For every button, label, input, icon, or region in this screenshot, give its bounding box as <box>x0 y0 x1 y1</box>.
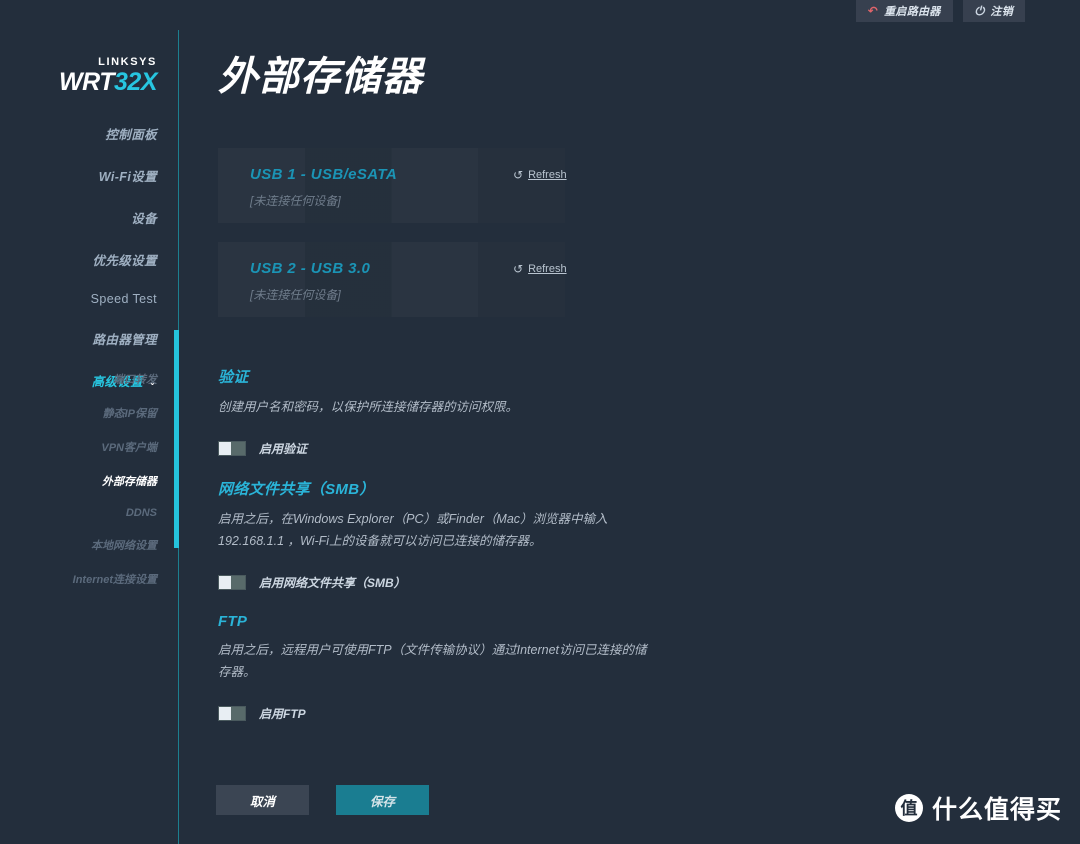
enable-ftp-row: 启用FTP <box>218 705 648 722</box>
sidebar: LINKSYS WRT32X 控制面板 Wi-Fi设置 设备 优先级设置 Spe… <box>0 0 179 844</box>
ftp-description: 启用之后，远程用户可使用FTP（文件传输协议）通过Internet访问已连接的储… <box>218 643 647 679</box>
enable-smb-label: 启用网络文件共享（SMB） <box>259 576 406 590</box>
smb-heading: 网络文件共享（SMB） <box>218 481 375 498</box>
sidebar-item-internet-connection-settings[interactable]: Internet连接设置 <box>0 562 157 596</box>
authentication-heading: 验证 <box>218 369 249 386</box>
authentication-description: 创建用户名和密码，以保护所连接储存器的访问权限。 <box>218 400 519 414</box>
brand-model-number: 32X <box>114 68 157 96</box>
toggle-knob <box>219 576 231 589</box>
usb-port-1-refresh-label: Refresh <box>528 169 567 181</box>
usb-port-2-title: USB 2 - USB 3.0 <box>250 260 371 277</box>
authentication-section: 验证 创建用户名和密码，以保护所连接储存器的访问权限。 启用验证 <box>218 366 518 457</box>
sidebar-item-speed-test[interactable]: Speed Test <box>0 280 157 317</box>
sidebar-item-external-storage[interactable]: 外部存储器 <box>0 464 157 498</box>
refresh-icon: ↻ <box>513 168 524 182</box>
sidebar-item-wifi-settings[interactable]: Wi-Fi设置 <box>0 154 157 196</box>
sidebar-item-port-forwarding[interactable]: 端口转发 <box>0 362 157 396</box>
sidebar-item-ddns[interactable]: DDNS <box>0 498 157 528</box>
usb-port-1-refresh-link[interactable]: ↻ Refresh <box>513 168 567 182</box>
usb-port-2-refresh-link[interactable]: ↻ Refresh <box>513 262 567 276</box>
sidebar-item-devices[interactable]: 设备 <box>0 196 157 238</box>
brand-model: WRT32X <box>59 69 157 95</box>
form-actions: 取消 保存 <box>216 785 429 815</box>
enable-smb-toggle[interactable] <box>218 575 246 590</box>
toggle-knob <box>219 442 231 455</box>
router-admin-page: ↶ 重启路由器 ⏻ 注销 LINKSYS WRT32X 控制面板 Wi-Fi设置… <box>0 0 1080 844</box>
usb-port-2-refresh-label: Refresh <box>528 263 567 275</box>
usb-port-2-status: [未连接任何设备] <box>250 288 341 302</box>
toggle-knob <box>219 707 231 720</box>
sidebar-item-router-management[interactable]: 路由器管理 <box>0 317 157 359</box>
sidebar-item-dashboard[interactable]: 控制面板 <box>0 112 157 154</box>
usb-port-1-title: USB 1 - USB/eSATA <box>250 166 398 183</box>
ftp-section: FTP 启用之后，远程用户可使用FTP（文件传输协议）通过Internet访问已… <box>218 613 648 722</box>
usb-port-1-status: [未连接任何设备] <box>250 194 341 208</box>
page-title: 外部存储器 <box>218 55 423 99</box>
enable-authentication-toggle[interactable] <box>218 441 246 456</box>
enable-authentication-row: 启用验证 <box>218 440 518 457</box>
smb-description: 启用之后，在Windows Explorer（PC）或Finder（Mac）浏览… <box>218 512 608 548</box>
save-button[interactable]: 保存 <box>336 785 429 815</box>
brand-model-wrt: WRT <box>59 68 115 96</box>
sidebar-item-static-ip-reservation[interactable]: 静态IP保留 <box>0 396 157 430</box>
enable-ftp-toggle[interactable] <box>218 706 246 721</box>
enable-smb-row: 启用网络文件共享（SMB） <box>218 574 648 591</box>
enable-ftp-label: 启用FTP <box>259 707 306 721</box>
sidebar-item-vpn-client[interactable]: VPN客户端 <box>0 430 157 464</box>
sidebar-item-priority-settings[interactable]: 优先级设置 <box>0 238 157 280</box>
ftp-heading: FTP <box>218 613 248 630</box>
usb-port-panel-2: USB 2 - USB 3.0 [未连接任何设备] ↻ Refresh <box>218 242 567 317</box>
sidebar-item-local-network-settings[interactable]: 本地网络设置 <box>0 528 157 562</box>
main-navigation: 控制面板 Wi-Fi设置 设备 优先级设置 Speed Test 路由器管理 高… <box>0 112 157 401</box>
smb-section: 网络文件共享（SMB） 启用之后，在Windows Explorer（PC）或F… <box>218 478 648 591</box>
enable-authentication-label: 启用验证 <box>259 442 308 456</box>
main-content: 外部存储器 USB 1 - USB/eSATA [未连接任何设备] ↻ Refr… <box>179 0 1080 844</box>
cancel-button[interactable]: 取消 <box>216 785 309 815</box>
usb-port-panel-1: USB 1 - USB/eSATA [未连接任何设备] ↻ Refresh <box>218 148 567 223</box>
advanced-submenu: 端口转发 静态IP保留 VPN客户端 外部存储器 DDNS 本地网络设置 Int… <box>0 362 157 596</box>
linksys-logo: LINKSYS WRT32X <box>59 56 157 95</box>
watermark: 值 什么值得买 <box>894 790 1062 826</box>
refresh-icon: ↻ <box>513 262 524 276</box>
watermark-badge-icon: 值 <box>894 794 923 822</box>
watermark-text: 什么值得买 <box>931 796 1062 824</box>
